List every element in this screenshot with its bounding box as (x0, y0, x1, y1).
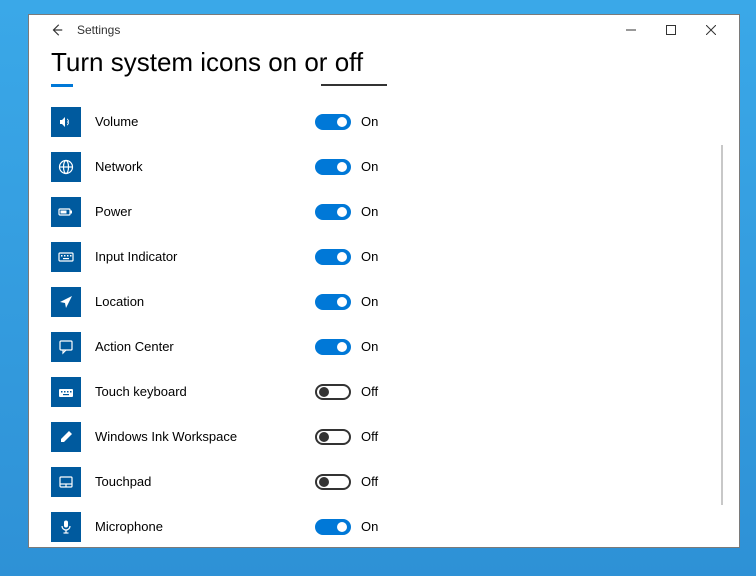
globe-icon (51, 152, 81, 182)
row-touch-keyboard: Touch keyboard Off (51, 369, 717, 414)
label-network: Network (95, 159, 315, 174)
battery-icon (51, 197, 81, 227)
label-input-indicator: Input Indicator (95, 249, 315, 264)
label-touch-keyboard: Touch keyboard (95, 384, 315, 399)
content-area: Turn system icons on or off VolumeOnNetw… (29, 45, 739, 547)
toggle-state-label: Off (361, 429, 378, 444)
toggle-switch[interactable] (315, 384, 351, 400)
toggle-windows-ink[interactable]: Off (315, 429, 378, 445)
toggle-state-label: Off (361, 384, 378, 399)
toggle-state-label: On (361, 519, 378, 534)
row-power: Power On (51, 189, 717, 234)
titlebar: Settings (29, 15, 739, 45)
location-icon (51, 287, 81, 317)
row-network: Network On (51, 144, 717, 189)
toggle-state-label: Off (361, 474, 378, 489)
toggle-touchpad[interactable]: Off (315, 474, 378, 490)
ink-icon (51, 422, 81, 452)
toggle-switch[interactable] (315, 159, 351, 175)
row-action-center: Action Center On (51, 324, 717, 369)
toggle-action-center[interactable]: On (315, 339, 378, 355)
toggle-switch[interactable] (315, 474, 351, 490)
label-action-center: Action Center (95, 339, 315, 354)
touchpad-icon (51, 467, 81, 497)
settings-window: Settings Turn system icons on or off Vol… (28, 14, 740, 548)
window-title: Settings (77, 23, 120, 37)
toggle-input-indicator[interactable]: On (315, 249, 378, 265)
scrollbar[interactable] (721, 145, 723, 505)
row-windows-ink: Windows Ink Workspace Off (51, 414, 717, 459)
toggle-switch[interactable] (315, 339, 351, 355)
label-volume: Volume (95, 114, 315, 129)
toggle-network[interactable]: On (315, 159, 378, 175)
minimize-button[interactable] (611, 16, 651, 44)
toggle-volume[interactable]: On (315, 114, 378, 130)
toggle-microphone[interactable]: On (315, 519, 378, 535)
toggle-switch[interactable] (315, 429, 351, 445)
row-location: Location On (51, 279, 717, 324)
toggle-switch[interactable] (315, 204, 351, 220)
label-touchpad: Touchpad (95, 474, 315, 489)
close-button[interactable] (691, 16, 731, 44)
keyboard-icon (51, 242, 81, 272)
toggle-location[interactable]: On (315, 294, 378, 310)
settings-list: Volume On Network On Power On Input Indicator O… (51, 99, 717, 547)
label-location: Location (95, 294, 315, 309)
microphone-icon (51, 512, 81, 542)
row-input-indicator: Input Indicator On (51, 234, 717, 279)
label-microphone: Microphone (95, 519, 315, 534)
volume-icon (51, 107, 81, 137)
toggle-state-label: On (361, 114, 378, 129)
label-windows-ink: Windows Ink Workspace (95, 429, 315, 444)
toggle-state-label: On (361, 159, 378, 174)
label-power: Power (95, 204, 315, 219)
action-center-icon (51, 332, 81, 362)
toggle-touch-keyboard[interactable]: Off (315, 384, 378, 400)
page-title: Turn system icons on or off (51, 47, 717, 78)
toggle-state-label: On (361, 204, 378, 219)
toggle-switch[interactable] (315, 519, 351, 535)
toggle-switch[interactable] (315, 294, 351, 310)
back-button[interactable] (43, 16, 71, 44)
row-microphone: Microphone On (51, 504, 717, 547)
row-touchpad: Touchpad Off (51, 459, 717, 504)
toggle-state-label: On (361, 294, 378, 309)
maximize-button[interactable] (651, 16, 691, 44)
tab-indicator (51, 84, 717, 87)
toggle-switch[interactable] (315, 114, 351, 130)
toggle-power[interactable]: On (315, 204, 378, 220)
toggle-switch[interactable] (315, 249, 351, 265)
row-volume: Volume On (51, 99, 717, 144)
toggle-state-label: On (361, 249, 378, 264)
touch-keyboard-icon (51, 377, 81, 407)
toggle-state-label: On (361, 339, 378, 354)
